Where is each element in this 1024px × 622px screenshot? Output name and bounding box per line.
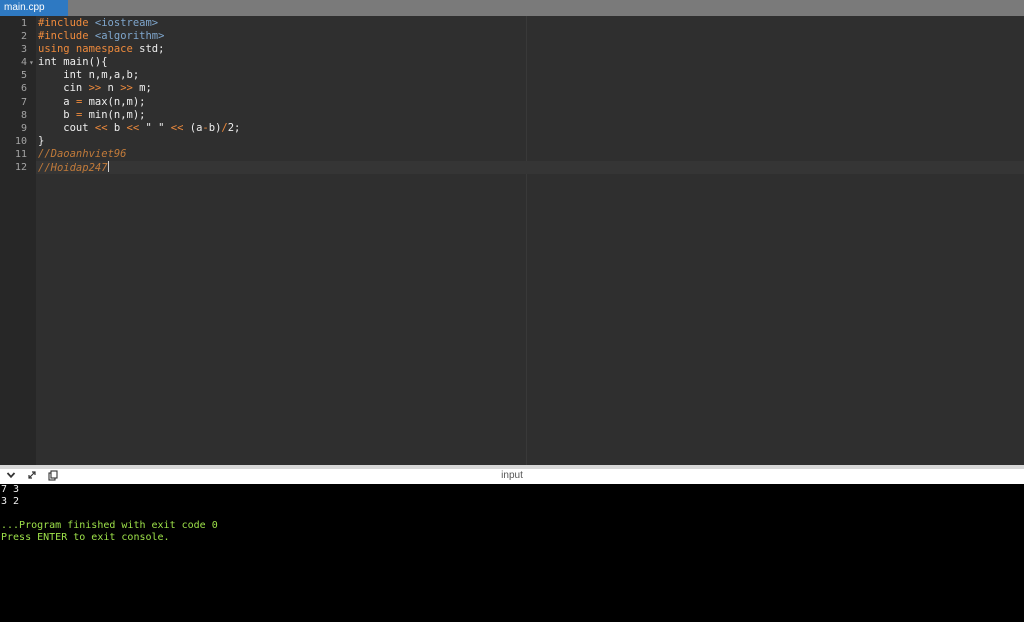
- code-line[interactable]: 2 #include <algorithm>: [0, 30, 1024, 43]
- line-number: 4: [20, 57, 27, 69]
- line-number: 12: [14, 162, 27, 174]
- code-lines[interactable]: 1 #include <iostream> 2 #include <algorithm…: [0, 17, 1024, 174]
- code-token: >>: [88, 82, 102, 95]
- code-text: cin >> n >> m;: [38, 82, 152, 95]
- code-text: //Hoidap247: [38, 161, 109, 175]
- code-text: int main(){: [38, 56, 108, 69]
- code-text: cout << b << " " << (a-b)/2;: [38, 122, 240, 135]
- code-token: <<: [94, 121, 108, 134]
- code-token: cout: [38, 121, 95, 134]
- code-line[interactable]: 11 //Daoanhviet96: [0, 148, 1024, 161]
- code-token: n: [101, 82, 121, 95]
- code-text: using namespace std;: [38, 43, 164, 56]
- code-token: <<: [170, 121, 184, 134]
- console-title: input: [501, 470, 523, 481]
- copy-icon[interactable]: [46, 470, 60, 483]
- code-token: <iostream>: [94, 17, 159, 29]
- line-number: 3: [20, 44, 27, 56]
- code-token: min(n,m);: [82, 108, 146, 121]
- code-text: //Daoanhviet96: [38, 148, 127, 161]
- console-toolbar: input: [0, 469, 1024, 484]
- code-editor[interactable]: 1 #include <iostream> 2 #include <algorithm…: [0, 16, 1024, 465]
- line-number: 2: [20, 31, 27, 43]
- chevron-down-icon[interactable]: [4, 470, 18, 483]
- code-token: //Hoidap247: [38, 162, 108, 175]
- console-line: 7 3: [1, 484, 20, 495]
- code-line[interactable]: 12 //Hoidap247: [0, 161, 1024, 174]
- code-text: a = max(n,m);: [38, 96, 145, 109]
- code-text: }: [38, 135, 44, 148]
- code-token: 2;: [227, 121, 241, 134]
- code-text: int n,m,a,b;: [38, 69, 139, 82]
- code-token: #include: [38, 30, 95, 43]
- code-token: std;: [139, 43, 165, 56]
- code-token: b): [208, 121, 222, 134]
- code-token: int main(){: [38, 56, 108, 69]
- tab-main-cpp[interactable]: main.cpp: [0, 0, 68, 16]
- code-text: #include <algorithm>: [38, 30, 164, 43]
- code-line[interactable]: 10}: [0, 135, 1024, 148]
- code-line[interactable]: 1 #include <iostream>: [0, 17, 1024, 30]
- fold-toggle-icon[interactable]: ▾: [29, 56, 34, 69]
- code-token: <algorithm>: [94, 30, 165, 43]
- code-token: (a: [183, 121, 203, 134]
- code-token: cin: [38, 82, 89, 95]
- code-token: using namespace: [38, 43, 140, 56]
- text-caret: [107, 161, 109, 173]
- line-number: 5: [20, 70, 27, 82]
- code-line[interactable]: 5 int n,m,a,b;: [0, 69, 1024, 82]
- code-line[interactable]: 7 a = max(n,m);: [0, 96, 1024, 109]
- line-number: 11: [14, 148, 27, 160]
- tab-bar: main.cpp: [0, 0, 1024, 16]
- code-line[interactable]: 6 cin >> n >> m;: [0, 82, 1024, 95]
- code-token: }: [38, 134, 45, 147]
- line-number: 10: [14, 135, 27, 147]
- code-token: <<: [126, 121, 140, 134]
- line-number: 8: [20, 109, 27, 121]
- console-line: Press ENTER to exit console.: [1, 532, 170, 543]
- console-line: 3 2: [1, 496, 20, 507]
- code-token: //Daoanhviet96: [38, 147, 127, 160]
- expand-icon[interactable]: [25, 470, 39, 483]
- code-line[interactable]: 4 ▾ int main(){: [0, 56, 1024, 69]
- code-token: a: [38, 95, 76, 108]
- code-token: #include: [38, 17, 95, 29]
- line-number: 7: [20, 96, 27, 108]
- code-line[interactable]: 3 using namespace std;: [0, 43, 1024, 56]
- code-text: #include <iostream>: [38, 17, 158, 30]
- code-token: >>: [120, 82, 133, 95]
- line-number: 1: [20, 18, 27, 29]
- code-token: b: [38, 108, 76, 121]
- code-token: b: [107, 121, 127, 134]
- console-line: ...Program finished with exit code 0: [1, 520, 218, 531]
- code-token: int n,m,a,b;: [38, 69, 140, 82]
- code-token: m;: [132, 82, 152, 95]
- code-text: b = min(n,m);: [38, 109, 145, 122]
- code-line[interactable]: 8 b = min(n,m);: [0, 109, 1024, 122]
- code-line[interactable]: 9 cout << b << " " << (a-b)/2;: [0, 122, 1024, 135]
- line-number: 9: [20, 122, 27, 134]
- line-number: 6: [20, 83, 27, 95]
- code-token: " ": [139, 121, 171, 134]
- console-output[interactable]: 7 33 2 ...Program finished with exit code…: [0, 484, 1024, 622]
- code-token: max(n,m);: [82, 95, 146, 108]
